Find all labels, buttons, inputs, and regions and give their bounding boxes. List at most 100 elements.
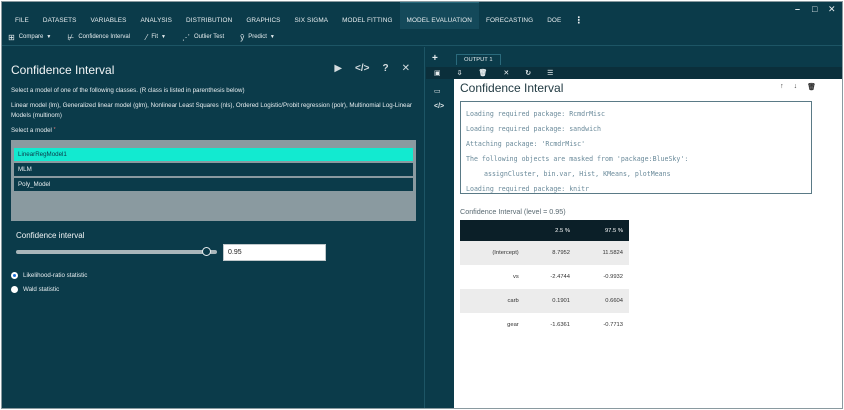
predict-button[interactable]: ŷ Predict ▼ (240, 33, 275, 42)
console-line: The following objects are masked from 'p… (466, 155, 689, 163)
confidence-interval-label: Confidence interval (16, 231, 85, 240)
model-item-linearregmodel1[interactable]: LinearRegModel1 (14, 148, 413, 161)
table-header (460, 220, 525, 241)
list-icon[interactable]: ☰ (547, 69, 553, 77)
dialog-actions: ▶ </> ? ✕ (321, 63, 410, 74)
model-item-mlm[interactable]: MLM (14, 163, 413, 176)
table-row: gear -1.6361 -0.7713 (460, 313, 629, 337)
menu-six-sigma[interactable]: SIX SIGMA (288, 2, 336, 29)
refresh-icon[interactable]: ↻ (525, 69, 531, 77)
dialog-title: Confidence Interval (11, 63, 115, 77)
menu-datasets[interactable]: DATASETS (36, 2, 84, 29)
output-toolbar: ▣ ⇩ 🗑 ✕ ↻ ☰ (426, 67, 842, 79)
menu-model-fitting[interactable]: MODEL FITTING (335, 2, 399, 29)
confidence-interval-input[interactable]: 0.95 (223, 244, 326, 261)
table-cell: 0.1901 (524, 289, 576, 313)
table-cell: -1.6361 (550, 322, 570, 328)
main-menu: FILE DATASETS VARIABLES ANALYSIS DISTRIB… (8, 2, 589, 29)
outlier-test-label: Outlier Test (193, 34, 225, 40)
console-line: Loading required package: sandwich (466, 125, 601, 133)
outlier-test-icon: ⋰ (181, 32, 190, 42)
table-cell: -0.9932 (603, 274, 623, 280)
arrow-up-icon[interactable]: ↑ (780, 83, 784, 91)
table-cell: -0.7713 (603, 322, 623, 328)
chevron-down-icon: ▼ (269, 34, 275, 40)
radio-unselected-icon (11, 286, 18, 293)
code-icon[interactable]: </> (355, 63, 369, 74)
predict-label: Predict (248, 34, 267, 40)
wald-statistic-radio[interactable]: Wald statistic (11, 286, 59, 293)
run-icon[interactable]: ▶ (334, 63, 342, 74)
table-cell: vs (512, 274, 519, 280)
select-model-text: Select a model (11, 127, 52, 134)
likelihood-ratio-label: Likelihood-ratio statistic (23, 272, 88, 279)
menu-file[interactable]: FILE (8, 2, 36, 29)
wald-statistic-label: Wald statistic (23, 286, 60, 293)
console-line: Loading required package: knitr (466, 185, 590, 193)
fit-label: Fit (151, 34, 159, 40)
output-side-bar: ▭ </> (424, 47, 454, 408)
menu-variables[interactable]: VARIABLES (84, 2, 134, 29)
help-icon[interactable]: ? (383, 63, 389, 74)
confidence-interval-label: Confidence Interval (78, 34, 131, 40)
chevron-down-icon: ▼ (161, 34, 166, 40)
compare-button[interactable]: ⊞ Compare ▼ (8, 33, 51, 42)
panel-icon[interactable]: ▭ (434, 87, 441, 95)
required-mark: * (53, 127, 56, 133)
app-window: FILE DATASETS VARIABLES ANALYSIS DISTRIB… (1, 1, 843, 409)
confidence-slider-track[interactable] (16, 250, 217, 254)
table-caption: Confidence Interval (level = 0.95) (460, 207, 566, 216)
table-row: vs -2.4744 -0.9932 (460, 265, 629, 289)
confidence-interval-icon: ⊬ (67, 32, 75, 42)
likelihood-ratio-radio[interactable]: Likelihood-ratio statistic (11, 272, 87, 279)
fit-button[interactable]: ⁄ Fit ▼ (146, 33, 166, 42)
menu-analysis[interactable]: ANALYSIS (133, 2, 179, 29)
menu-model-evaluation[interactable]: MODEL EVALUATION (399, 2, 479, 29)
table-cell: gear (507, 322, 519, 328)
console-output: Loading required package: RcmdrMisc Load… (460, 101, 812, 194)
console-line: assignCluster, bin.var, Hist, KMeans, pl… (484, 170, 671, 178)
open-icon[interactable]: ▣ (434, 69, 441, 77)
output-title: Confidence Interval (460, 81, 564, 95)
menu-doe[interactable]: DOE (540, 2, 568, 29)
table-header: 97.5 % (576, 220, 629, 241)
table-header-row: 2.5 % 97.5 % (460, 220, 629, 241)
code-view-icon[interactable]: </> (434, 103, 444, 110)
maximize-icon[interactable]: □ (812, 4, 817, 14)
console-line: Attaching package: 'RcmdrMisc' (466, 140, 586, 148)
output-tabs: OUTPUT 1 (454, 54, 842, 67)
add-output-icon[interactable]: + (432, 53, 438, 64)
table-row: carb 0.1901 0.6604 (460, 289, 629, 313)
chevron-down-icon: ▼ (46, 34, 52, 40)
table-cell: (Intercept) (460, 241, 525, 265)
save-icon[interactable]: ⇩ (457, 69, 463, 77)
confidence-interval-button[interactable]: ⊬ Confidence Interval (67, 33, 130, 42)
model-classes-text: Linear model (lm), Generalized linear mo… (11, 102, 412, 119)
confidence-slider-thumb[interactable] (202, 247, 212, 256)
menu-distribution[interactable]: DISTRIBUTION (179, 2, 239, 29)
close-icon[interactable]: ✕ (402, 63, 410, 74)
table-cell: 0.6604 (576, 289, 629, 313)
menu-forecasting[interactable]: FORECASTING (479, 2, 540, 29)
minimize-icon[interactable]: – (795, 4, 800, 14)
select-model-label: Select a model * (11, 127, 56, 134)
radio-selected-icon (11, 272, 18, 279)
table-header: 2.5 % (524, 220, 576, 241)
console-line: Loading required package: RcmdrMisc (466, 110, 605, 118)
outlier-test-button[interactable]: ⋰ Outlier Test (182, 33, 224, 42)
clear-icon[interactable]: ✕ (503, 69, 509, 77)
confidence-interval-dialog: Confidence Interval ▶ </> ? ✕ Select a m… (2, 47, 424, 408)
close-window-icon[interactable]: ✕ (828, 4, 836, 15)
delete-icon[interactable]: 🗑 (479, 69, 488, 77)
menu-bar: FILE DATASETS VARIABLES ANALYSIS DISTRIB… (2, 2, 842, 29)
table-row: (Intercept) 8.7952 11.5824 (460, 241, 629, 265)
model-item-poly-model[interactable]: Poly_Model (14, 178, 413, 191)
more-menu-icon[interactable]: ⋮ (568, 2, 589, 29)
menu-graphics[interactable]: GRAPHICS (239, 2, 287, 29)
confidence-interval-table: 2.5 % 97.5 % (Intercept) 8.7952 11.5824 … (460, 220, 629, 337)
output-controls: ↑ ↓ 🗑 (770, 83, 816, 91)
tab-output-1[interactable]: OUTPUT 1 (456, 54, 501, 65)
trash-icon[interactable]: 🗑 (807, 83, 816, 91)
output-panel: Confidence Interval ↑ ↓ 🗑 Loading requir… (454, 79, 842, 408)
arrow-down-icon[interactable]: ↓ (794, 83, 798, 91)
